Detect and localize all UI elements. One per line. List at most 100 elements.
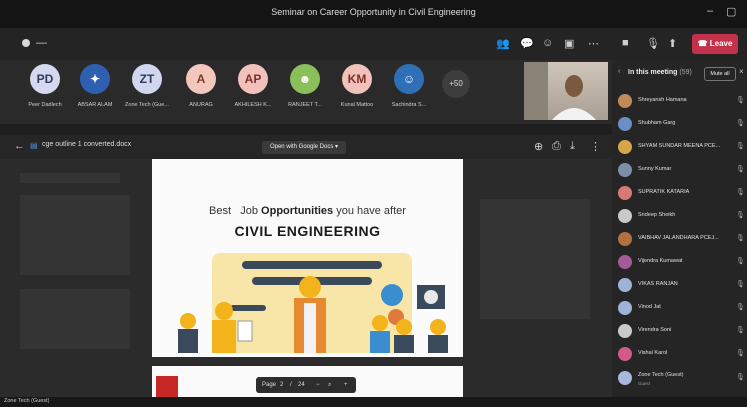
zoom-in-icon[interactable]: + — [344, 377, 348, 393]
gallery-participant[interactable]: ☻ RANJEET T... — [280, 64, 330, 122]
document-page: Best Job Opportunities you have after CI… — [152, 159, 463, 357]
participant-item[interactable]: Vijendra Kumawat 🎙 — [618, 254, 745, 274]
blurred-content — [20, 173, 120, 183]
participant-item[interactable]: SHYAM SUNDAR MEENA PCE... 🎙 — [618, 139, 745, 159]
mic-muted-icon: 🎙 — [736, 327, 745, 334]
avatar: ZT — [132, 64, 162, 94]
participant-item[interactable]: Sunny Kumar 🎙 — [618, 162, 745, 182]
mic-muted-icon: 🎙 — [736, 97, 745, 104]
engineers-illustration — [152, 247, 463, 357]
add-comment-icon[interactable]: ⊕ — [534, 140, 543, 153]
page-logo — [156, 376, 178, 397]
more-participants-button[interactable]: +50 — [442, 70, 470, 98]
zoom-icon[interactable]: ⌕ — [328, 377, 331, 393]
participant-item[interactable]: Shreyansh Hamana 🎙 — [618, 93, 745, 113]
mic-muted-icon: 🎙 — [736, 235, 745, 242]
timer-icon: — — [36, 37, 47, 49]
avatar — [618, 209, 632, 223]
avatar — [618, 232, 632, 246]
avatar — [618, 255, 632, 269]
gallery-participant[interactable]: ☺ Sachindra S... — [384, 64, 434, 122]
print-icon[interactable]: ⎙ — [552, 140, 561, 153]
mic-muted-icon: 🎙 — [736, 258, 745, 265]
mic-muted-icon: 🎙 — [736, 304, 745, 311]
page-navigator: Page 2 / 24 − ⌕ + — [256, 377, 356, 393]
people-icon[interactable]: 👥 — [496, 37, 510, 50]
gallery-participant[interactable]: KM Kunal Mattoo — [332, 64, 382, 122]
avatar: ✦ — [80, 64, 110, 94]
participant-item[interactable]: Virendra Soni 🎙 — [618, 323, 745, 343]
avatar — [618, 324, 632, 338]
more-options-icon[interactable]: ⋯ — [588, 37, 599, 50]
meeting-toolbar: — 👥 💬 ☺ ▣ ⋯ ■ 🎙 ⬆ ☎ Leave — [0, 28, 747, 60]
share-screen-icon[interactable]: ⬆ — [668, 37, 677, 50]
status-bar: Zone Tech (Guest) — [0, 397, 747, 407]
gallery-participant[interactable]: PD Peer Dadlech — [20, 64, 70, 122]
download-icon[interactable]: ⤓ — [570, 140, 575, 153]
gallery-participant[interactable]: ZT Zone Tech (Gue... — [122, 64, 172, 122]
participant-item[interactable]: Zone Tech (Guest) Guest 🎙 — [618, 370, 745, 390]
participant-item[interactable]: Sndeep Sheikh 🎙 — [618, 208, 745, 228]
minimize-icon[interactable]: – — [707, 5, 713, 17]
mic-muted-icon: 🎙 — [736, 166, 745, 173]
gallery-participant[interactable]: ✦ ABSAR ALAM — [70, 64, 120, 122]
camera-icon[interactable]: ■ — [622, 37, 629, 49]
window-title: Seminar on Career Opportunity in Civil E… — [271, 7, 476, 17]
gallery-participant[interactable]: AP AKHILESH K... — [228, 64, 278, 122]
mic-icon: 🎙 — [736, 374, 745, 381]
slide-subheading: CIVIL ENGINEERING — [234, 223, 381, 239]
slide-heading: Best Job Opportunities you have after — [209, 205, 406, 217]
phone-icon: ☎ — [697, 39, 710, 48]
mic-icon[interactable]: 🎙 — [646, 37, 660, 50]
avatar — [618, 117, 632, 131]
participant-gallery: PD Peer Dadlech ✦ ABSAR ALAM ZT Zone Tec… — [0, 60, 612, 124]
gallery-participant[interactable]: A ANURAG — [176, 64, 226, 122]
blurred-content — [20, 195, 130, 275]
panel-header: ‹ In this meeting (59) Mute all × — [612, 60, 747, 86]
avatar: ☺ — [394, 64, 424, 94]
presenter-video-frame — [524, 62, 596, 120]
participant-item[interactable]: Vishal Karol 🎙 — [618, 346, 745, 366]
blurred-content — [480, 199, 590, 319]
avatar: PD — [30, 64, 60, 94]
avatar — [618, 163, 632, 177]
mic-muted-icon: 🎙 — [736, 189, 745, 196]
document-icon: ▤ — [30, 141, 38, 150]
avatar — [618, 94, 632, 108]
mic-muted-icon: 🎙 — [736, 350, 745, 357]
mic-muted-icon: 🎙 — [736, 281, 745, 288]
title-bar: Seminar on Career Opportunity in Civil E… — [0, 0, 747, 28]
back-arrow-icon[interactable]: ← — [14, 140, 25, 152]
participant-item[interactable]: VAIBHAV JALANDHARA PCEJ... 🎙 — [618, 231, 745, 251]
blurred-content — [20, 289, 130, 349]
presenter-video[interactable] — [524, 62, 608, 120]
page-current[interactable]: 2 — [280, 377, 283, 393]
recording-icon — [22, 39, 30, 47]
avatar — [618, 371, 632, 385]
active-speaker-label: Zone Tech (Guest) — [4, 398, 50, 404]
mic-muted-icon: 🎙 — [736, 212, 745, 219]
doc-more-icon[interactable]: ⋮ — [590, 140, 601, 153]
participant-item[interactable]: Shubham Garg 🎙 — [618, 116, 745, 136]
collapse-panel-icon[interactable]: ‹ — [618, 68, 620, 75]
document-file-name: cge outline 1 converted.docx — [42, 141, 132, 148]
open-with-google-docs-button[interactable]: Open with Google Docs ▾ — [262, 141, 346, 154]
rooms-icon[interactable]: ▣ — [564, 37, 574, 50]
mic-muted-icon: 🎙 — [736, 143, 745, 150]
reactions-icon[interactable]: ☺ — [542, 37, 553, 49]
avatar: KM — [342, 64, 372, 94]
panel-title: In this meeting (59) — [628, 69, 692, 76]
zoom-out-icon[interactable]: − — [316, 377, 320, 393]
avatar — [618, 186, 632, 200]
participant-item[interactable]: SUPRATIK KATARIA 🎙 — [618, 185, 745, 205]
participant-item[interactable]: VIKAS RANJAN 🎙 — [618, 277, 745, 297]
avatar: AP — [238, 64, 268, 94]
mute-all-button[interactable]: Mute all — [704, 67, 736, 81]
avatar — [618, 301, 632, 315]
leave-button[interactable]: ☎ Leave — [692, 34, 738, 54]
maximize-icon[interactable]: ▢ — [726, 5, 736, 18]
chat-icon[interactable]: 💬 — [520, 37, 534, 50]
close-panel-icon[interactable]: × — [739, 67, 744, 76]
participants-panel: ‹ In this meeting (59) Mute all × Shreya… — [612, 60, 747, 397]
participant-item[interactable]: Vinod Jat 🎙 — [618, 300, 745, 320]
